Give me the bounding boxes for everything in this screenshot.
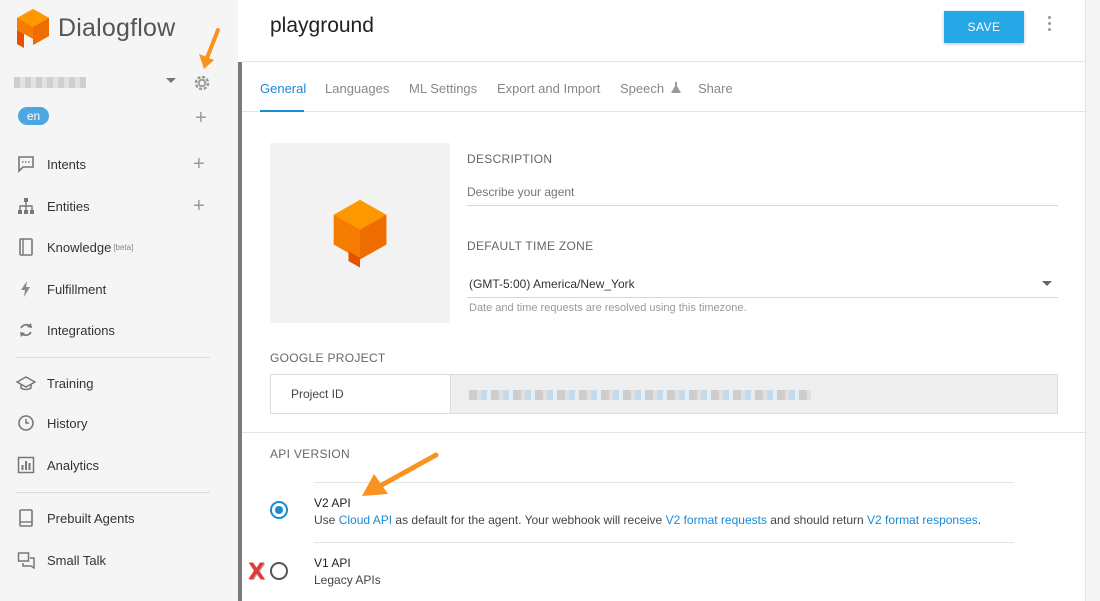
sidebar-item-training[interactable]: Training <box>16 371 93 395</box>
agent-avatar[interactable] <box>270 143 450 323</box>
timezone-select[interactable]: (GMT-5:00) America/New_York <box>467 272 1058 298</box>
timezone-value: (GMT-5:00) America/New_York <box>469 277 635 291</box>
tab-ml-settings[interactable]: ML Settings <box>409 81 477 96</box>
sidebar-item-label: Analytics <box>47 457 100 473</box>
api-version-label: API VERSION <box>270 447 350 461</box>
book-icon <box>16 508 36 528</box>
sidebar-item-label: Knowledge <box>47 239 112 255</box>
refresh-icon <box>16 320 36 340</box>
sidebar-item-small-talk[interactable]: Small Talk <box>16 548 106 572</box>
cloud-api-link[interactable]: Cloud API <box>339 513 392 527</box>
sidebar-item-label: Small Talk <box>47 552 107 568</box>
sidebar-item-integrations[interactable]: Integrations <box>16 318 115 342</box>
dialogflow-logo[interactable]: Dialogflow <box>16 8 175 48</box>
settings-tabs: General Languages ML Settings Export and… <box>242 62 1085 112</box>
add-entity-icon[interactable]: + <box>193 196 205 216</box>
google-project-label: GOOGLE PROJECT <box>270 351 386 365</box>
lightning-icon <box>16 279 36 299</box>
v2-desc-text: . <box>977 513 982 527</box>
sidebar-item-knowledge[interactable]: Knowledge [beta] <box>16 235 133 259</box>
api-row-divider <box>314 542 1014 543</box>
add-intent-icon[interactable]: + <box>193 154 205 174</box>
sidebar-item-label: Intents <box>47 156 87 172</box>
hierarchy-icon <box>16 196 36 216</box>
annotation-arrow-icon <box>362 452 439 496</box>
sidebar-item-entities[interactable]: Entities <box>16 194 90 218</box>
book-icon <box>16 237 36 257</box>
tab-general[interactable]: General <box>260 81 306 96</box>
clock-icon <box>16 413 36 433</box>
project-id-label: Project ID <box>271 375 451 413</box>
dialogflow-cube-icon <box>333 200 387 268</box>
v1-api-title: V1 API <box>314 556 351 570</box>
v2-desc-text: as default for the agent. Your webhook w… <box>392 513 666 527</box>
v2-format-requests-link[interactable]: V2 format requests <box>666 513 767 527</box>
graduation-cap-icon <box>16 373 36 393</box>
bar-chart-icon <box>16 455 36 475</box>
tab-speech-label: Speech <box>620 81 665 96</box>
page-header: playground SAVE <box>242 0 1085 62</box>
sidebar-divider <box>16 357 210 358</box>
v2-api-description: Use Cloud API as default for the agent. … <box>314 513 981 527</box>
language-chip[interactable]: en <box>18 107 49 125</box>
description-input[interactable] <box>467 179 1058 206</box>
logo-text: Dialogflow <box>58 13 176 42</box>
description-label: DESCRIPTION <box>467 152 553 166</box>
sidebar: Dialogflow en + Intents + Entities + Kno… <box>0 0 238 601</box>
timezone-hint: Date and time requests are resolved usin… <box>469 302 747 314</box>
timezone-label: DEFAULT TIME ZONE <box>467 239 594 253</box>
page-title: playground <box>270 14 374 37</box>
v2-desc-text: and should return <box>766 513 868 527</box>
section-divider <box>242 432 1085 433</box>
sidebar-item-label: Integrations <box>47 322 115 338</box>
beta-badge: [beta] <box>113 242 134 252</box>
v1-api-description: Legacy APIs <box>314 573 381 587</box>
chat-icon <box>16 550 36 570</box>
rejected-x-mark: X <box>248 560 265 585</box>
v2-api-radio[interactable] <box>270 501 288 519</box>
v2-desc-text: Use <box>314 513 339 527</box>
sidebar-item-history[interactable]: History <box>16 411 87 435</box>
sidebar-item-fulfillment[interactable]: Fulfillment <box>16 277 106 301</box>
v1-api-radio[interactable] <box>270 562 288 580</box>
beaker-icon <box>670 82 681 93</box>
google-project-field: Project ID <box>270 374 1058 414</box>
sidebar-item-label: Prebuilt Agents <box>47 510 135 526</box>
chevron-down-icon <box>1042 281 1052 286</box>
sidebar-divider <box>16 492 210 493</box>
sidebar-item-label: History <box>47 415 88 431</box>
save-button[interactable]: SAVE <box>944 11 1024 43</box>
tab-languages[interactable]: Languages <box>325 81 389 96</box>
dialogflow-logo-icon <box>17 9 49 48</box>
chevron-down-icon[interactable] <box>166 78 176 83</box>
tab-share[interactable]: Share <box>698 81 733 96</box>
gear-icon[interactable] <box>192 73 212 93</box>
tab-export-import[interactable]: Export and Import <box>497 81 600 96</box>
active-tab-indicator <box>260 110 304 112</box>
sidebar-item-label: Training <box>47 375 94 391</box>
agent-selector[interactable] <box>14 72 214 94</box>
add-language-icon[interactable]: + <box>195 108 207 128</box>
right-rail <box>1085 0 1100 601</box>
agent-name-redacted <box>14 77 86 88</box>
sidebar-item-analytics[interactable]: Analytics <box>16 453 99 477</box>
chat-bubble-icon <box>16 154 36 174</box>
project-id-value[interactable] <box>451 375 1057 413</box>
v2-api-title: V2 API <box>314 496 351 510</box>
project-id-redacted <box>469 390 811 400</box>
sidebar-item-prebuilt-agents[interactable]: Prebuilt Agents <box>16 506 134 530</box>
sidebar-item-label: Fulfillment <box>47 281 107 297</box>
tab-speech[interactable]: Speech <box>620 81 681 96</box>
v2-format-responses-link[interactable]: V2 format responses <box>867 513 978 527</box>
more-options-icon[interactable] <box>1044 16 1054 34</box>
sidebar-item-intents[interactable]: Intents <box>16 152 86 176</box>
annotation-arrow-icon <box>199 28 220 69</box>
sidebar-item-label: Entities <box>47 198 90 214</box>
